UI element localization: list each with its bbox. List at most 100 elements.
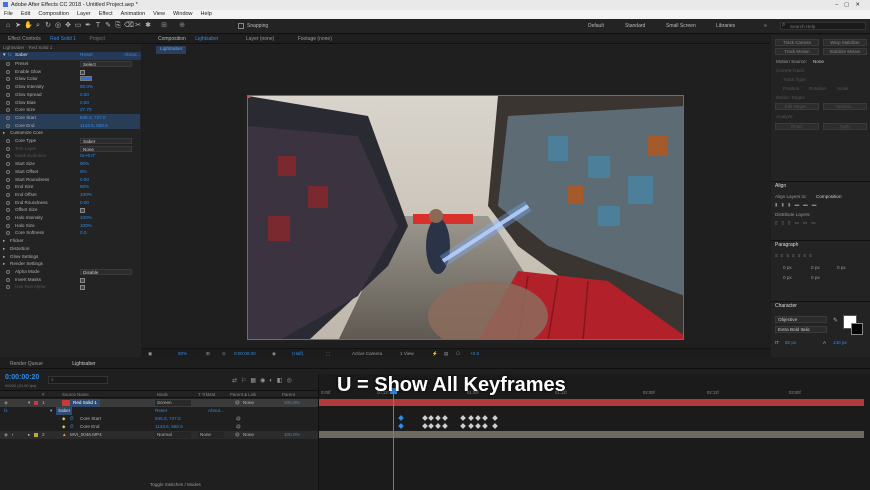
exposure-value[interactable]: +0.0 [470,349,479,357]
effect-row-name[interactable]: Saber [56,407,73,415]
effect-property-row[interactable]: ▸ Customize Core [0,129,140,137]
property-value[interactable]: 0.60 [80,91,89,99]
col-source-name[interactable]: Source Name [62,391,89,399]
effect-property-row[interactable]: Halo Size 100% [0,222,140,230]
hand-tool-icon[interactable]: ✋ [24,22,33,30]
property-value[interactable]: 1143.5, 550.5 [80,122,108,130]
effect-property-row[interactable]: Glow Color [0,75,140,83]
effect-property-row[interactable]: Glow Intensity 50.0% [0,83,140,91]
viewer-frame[interactable] [247,95,684,340]
effect-property-row[interactable]: Use Text Alpha [0,283,140,291]
keyframe[interactable] [422,423,428,429]
track-motion-button[interactable]: Track Motion [775,48,819,55]
stopwatch-icon[interactable] [6,108,10,113]
property-value[interactable]: 1143.5, 550.5 [155,423,183,431]
current-time-display[interactable]: 0:00:00:20 [234,349,256,357]
expression-pickwhip-icon[interactable]: @ [236,415,241,423]
effect-property-row[interactable]: Core Softness 0.0 [0,229,140,237]
local-axis-icon[interactable]: ⊕ [178,22,186,30]
menu-animation[interactable]: Animation [121,11,145,17]
stopwatch-icon[interactable] [6,285,10,290]
chevron-right-icon[interactable]: ▸ [3,260,5,268]
chevron-down-icon[interactable]: ▾ [3,52,5,60]
chevron-right-icon[interactable]: ▸ [28,431,30,439]
property-value[interactable]: 845.0, 727.0 [155,415,181,423]
label-color-swatch[interactable] [34,401,38,405]
font-size-value[interactable]: 82 px [785,340,796,345]
stopwatch-icon[interactable] [6,154,10,159]
track-matte-select[interactable]: None [198,432,224,438]
warp-stabilizer-button[interactable]: Warp Stabilizer [823,39,867,46]
col-mode[interactable]: Mode [157,391,168,399]
parent-select[interactable]: None [243,399,254,407]
window-controls-icon[interactable]: –▢✕ [835,0,866,10]
comp-tab[interactable]: Composition Lightsaber [154,36,223,42]
pen-tool-icon[interactable]: ✒ [84,22,92,30]
stopwatch-icon[interactable] [6,115,10,120]
effect-property-row[interactable]: Text Layer None [0,145,140,153]
stopwatch-icon[interactable] [6,177,10,182]
effect-property-row[interactable]: ▸ Render Settings [0,260,140,268]
effect-property-row[interactable]: Mask Evolution 0x+0.0° [0,152,140,160]
options-button[interactable]: Options... [823,103,867,110]
keyframe[interactable] [482,415,488,421]
layer-row-red-solid[interactable]: ◉ ▾ 1 Red Solid 1 Screen @ None 100.0% [0,399,318,407]
indent-right-value[interactable]: 0 px [811,265,820,270]
track-camera-button[interactable]: Track Camera [775,39,819,46]
chevron-down-icon[interactable]: ▾ [28,399,30,407]
mask-tool-icon[interactable]: ▭ [74,22,82,30]
keyframe[interactable] [482,423,488,429]
property-checkbox[interactable] [80,208,85,214]
pickwhip-icon[interactable]: @ [235,431,240,439]
search-help-input[interactable]: Search Help [780,22,866,30]
stroke-color-swatch[interactable] [851,323,863,335]
blend-mode-select[interactable]: Normal [155,432,191,438]
stopwatch-icon[interactable] [6,77,10,82]
effect-property-row[interactable]: Start Size 90% [0,160,140,168]
keyframe[interactable] [398,415,404,421]
effect-property-row[interactable]: Core Start 845.0, 727.0 [0,113,140,122]
stopwatch-icon[interactable] [6,185,10,190]
always-preview-icon[interactable]: ▣ [148,349,152,357]
effect-property-row[interactable]: End Roundness 0.00 [0,199,140,207]
stopwatch-icon[interactable] [6,85,10,90]
eyedropper-icon[interactable]: ✎ [833,317,838,324]
effect-property-row[interactable]: ▸ Distortion [0,245,140,253]
chevron-right-icon[interactable]: ▸ [3,129,5,137]
keyframe[interactable] [435,423,441,429]
type-tool-icon[interactable]: T [94,22,102,30]
effect-property-row[interactable]: Glow Bias 0.50 [0,99,140,107]
motion-source-select[interactable]: None [813,59,824,64]
leading-value[interactable]: 140 px [833,340,847,345]
effect-row-reset[interactable]: Reset [155,407,167,415]
layer-name[interactable]: MVI_0046.MP4 [70,431,102,439]
camera-snapshot-icon[interactable]: ◉ [272,349,276,357]
effect-property-row[interactable]: ▸ Flicker [0,237,140,245]
effect-property-row[interactable]: Core Size 27.70 [0,106,140,114]
stopwatch-icon[interactable] [6,62,10,66]
align-target-select[interactable]: Composition [816,194,842,199]
property-value[interactable]: 0x+0.0° [80,152,96,160]
timeline-comp-tab[interactable]: Lightsaber [72,361,95,367]
col-trkmat[interactable]: T TrkMat [198,391,215,399]
font-style-select[interactable]: Extra Bold Italic [775,326,827,333]
layer-bar-video[interactable] [319,431,864,438]
puppet-tool-icon[interactable]: ✱ [144,22,152,30]
stopwatch-icon[interactable]: ⏱ [70,423,74,431]
footage-tab[interactable]: Footage (none) [298,36,332,42]
property-checkbox[interactable] [80,277,85,283]
effect-property-row[interactable]: Enable Glow [0,68,140,76]
stopwatch-icon[interactable] [6,223,10,228]
property-value[interactable]: 27.70 [80,106,92,114]
project-tab[interactable]: Project [89,36,105,42]
indent-first-value[interactable]: 0 px [837,265,846,270]
effect-property-row[interactable]: Core End 1143.5, 550.5 [0,121,140,130]
stopwatch-icon[interactable] [6,216,10,220]
effect-reset-link[interactable]: Reset [80,52,93,60]
camera-tool-icon[interactable]: ◎ [54,22,62,30]
effect-header-saber[interactable]: ▾ fx Saber Reset About... [0,52,141,60]
edit-target-button[interactable]: Edit Target... [775,103,819,110]
audio-icon[interactable]: ◖ [11,431,14,439]
stopwatch-icon[interactable] [6,169,10,174]
layer-opacity[interactable]: 100.0% [284,431,300,439]
